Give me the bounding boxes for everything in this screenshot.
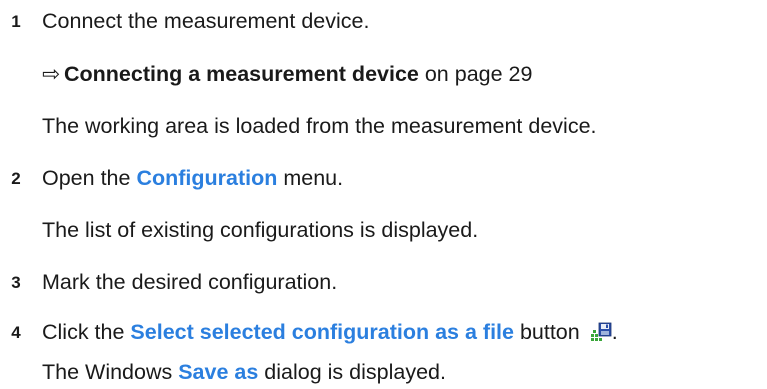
instruction-document: 1 Connect the measurement device. ⇨ Conne… [0,0,767,389]
configuration-menu-keyword: Configuration [136,166,278,190]
select-configuration-file-keyword: Select selected configuration as a file [130,320,514,344]
step-4-result: The Windows Save as dialog is displayed. [42,359,446,385]
step-2-result: The list of existing configurations is d… [42,218,479,242]
step-3-instruction: Mark the desired configuration. [42,270,338,294]
step-3-number: 3 [11,273,21,292]
step-4-post: button [513,320,580,344]
step-2-post: menu. [277,166,344,190]
step-1-cross-reference[interactable]: ⇨ Connecting a measurement device on page… [42,61,532,87]
step-2-instruction: Open the Configuration menu. [42,165,343,191]
step-2-number: 2 [11,169,21,188]
step-4-result-post: dialog is displayed. [258,360,446,384]
step-1-result: The working area is loaded from the meas… [42,114,597,138]
cross-reference-title[interactable]: Connecting a measurement device [64,62,419,86]
cross-reference-arrow-icon: ⇨ [42,62,61,86]
cross-reference-page: on page 29 [418,62,533,86]
save-as-dialog-keyword: Save as [178,360,259,384]
step-4-trailing: . [611,320,618,344]
save-configuration-icon [589,322,612,344]
step-1-number: 1 [11,12,21,31]
step-4-result-pre: The Windows [42,360,179,384]
step-4-number: 4 [11,323,21,342]
step-1-instruction: Connect the measurement device. [42,9,370,33]
step-2-pre: Open the [42,166,137,190]
step-4-instruction: Click the Select selected configuration … [42,319,618,345]
step-4-pre: Click the [42,320,131,344]
